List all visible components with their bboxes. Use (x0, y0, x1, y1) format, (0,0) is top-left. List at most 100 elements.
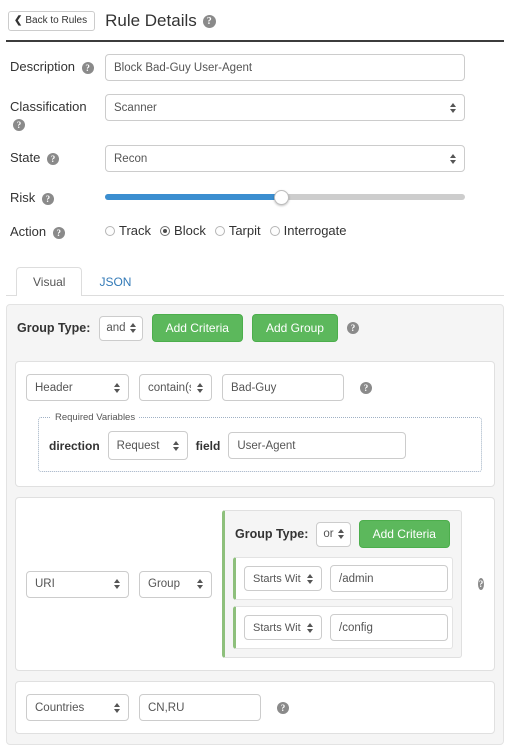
criteria-1-help-icon[interactable]: ? (360, 381, 372, 394)
nested-group-panel: Group Type: or Add Criteria Starts WithS… (222, 510, 462, 658)
root-group-type-select[interactable]: and (99, 315, 143, 341)
action-label-wrap: Action ? (10, 219, 105, 240)
criteria-row-3: Countries ? (26, 694, 484, 721)
nested-criteria-row: Starts With (233, 606, 453, 649)
direction-label: direction (49, 438, 100, 453)
add-criteria-button[interactable]: Add Criteria (151, 314, 243, 342)
criteria-row-2: URI Group Group Type: or Add Criteria St… (26, 510, 484, 658)
criteria-1-field-select[interactable]: Header (26, 374, 129, 401)
rule-builder: Group Type: and Add Criteria Add Group ?… (0, 304, 510, 745)
classification-label-wrap: Classification ? (10, 94, 105, 132)
risk-slider[interactable] (105, 189, 465, 205)
action-radio-group: Track Block Tarpit Interrogate (105, 219, 475, 238)
classification-help-icon[interactable]: ? (13, 118, 25, 131)
criteria-2-field-select[interactable]: URI (26, 570, 129, 598)
criteria-2-operator-select[interactable]: Group (139, 570, 212, 598)
root-group-type-label: Group Type: (17, 321, 91, 335)
state-select[interactable]: Recon (105, 145, 465, 172)
risk-control (105, 185, 475, 205)
spinner-arrows-icon (114, 579, 120, 589)
action-help-icon[interactable]: ? (52, 226, 65, 239)
nested-group-type-select[interactable]: or (316, 521, 351, 547)
action-radio-label: Tarpit (228, 223, 261, 238)
spinner-arrows-icon (450, 102, 456, 113)
required-variables-row: direction Request field (49, 431, 471, 460)
classification-label: Classification (10, 99, 87, 114)
description-input[interactable] (105, 54, 465, 81)
add-group-button[interactable]: Add Group (251, 314, 338, 342)
nested-criteria-2-operator-select[interactable]: Starts With (244, 615, 322, 640)
back-to-rules-button[interactable]: ❮ Back to Rules (8, 11, 96, 31)
criteria-1-operator-value: contain(s) (148, 381, 191, 394)
criteria-3-value-input[interactable] (139, 694, 261, 721)
direction-select[interactable]: Request (107, 431, 188, 460)
action-radio-tarpit[interactable]: Tarpit (214, 223, 261, 238)
state-control: Recon (105, 145, 475, 172)
spinner-arrows-icon (114, 382, 120, 393)
description-help-icon[interactable]: ? (81, 61, 94, 74)
page-title-help-icon[interactable]: ? (202, 14, 216, 28)
state-help-icon[interactable]: ? (46, 152, 59, 165)
root-group-header: Group Type: and Add Criteria Add Group ? (7, 305, 503, 351)
criteria-3-help-icon[interactable]: ? (277, 701, 289, 714)
field-input[interactable] (228, 432, 407, 459)
tab-visual[interactable]: Visual (16, 267, 83, 296)
root-group-panel: Group Type: and Add Criteria Add Group ?… (6, 304, 504, 745)
action-radio-interrogate[interactable]: Interrogate (269, 223, 347, 238)
root-group-help-icon[interactable]: ? (346, 322, 359, 334)
action-radio-track[interactable]: Track (105, 223, 151, 238)
nested-criteria-2-value-input[interactable] (330, 614, 448, 641)
criteria-2-help-icon[interactable]: ? (478, 578, 484, 590)
action-radio-block[interactable]: Block (160, 223, 206, 238)
nested-criteria-1-operator-select[interactable]: Starts With (244, 566, 322, 591)
nested-group-type-label: Group Type: (235, 527, 309, 541)
spinner-arrows-icon (114, 702, 120, 713)
radio-dot-icon (105, 225, 115, 236)
nested-group-rows: Starts With Starts With (225, 557, 461, 657)
criteria-1-operator-select[interactable]: contain(s) (139, 374, 212, 401)
risk-row: Risk ? (0, 185, 510, 206)
nested-group-header: Group Type: or Add Criteria (225, 511, 461, 557)
nested-criteria-1-value-input[interactable] (330, 565, 448, 592)
description-row: Description ? (0, 54, 510, 81)
tab-json[interactable]: JSON (82, 267, 148, 296)
classification-row: Classification ? Scanner (0, 94, 510, 132)
spinner-arrows-icon (307, 573, 313, 584)
rule-form: Description ? Classification ? Scanner S… (0, 42, 510, 257)
state-label-wrap: State ? (10, 145, 105, 166)
page-title-text: Rule Details (105, 11, 197, 30)
risk-slider-fill (105, 194, 282, 200)
description-label: Description (10, 59, 76, 74)
classification-select[interactable]: Scanner (105, 94, 465, 121)
action-radio-label: Interrogate (283, 223, 347, 238)
chevron-left-icon: ❮ (14, 15, 23, 26)
nested-criteria-1-operator-value: Starts With (253, 572, 301, 585)
nested-group-type-value: or (323, 528, 334, 540)
nested-add-criteria-button[interactable]: Add Criteria (358, 520, 450, 548)
direction-value: Request (116, 439, 160, 452)
risk-help-icon[interactable]: ? (41, 192, 54, 205)
criteria-1-value-input[interactable] (222, 374, 344, 401)
radio-dot-icon (160, 225, 171, 236)
criteria-row-1: Header contain(s) ? (26, 374, 484, 401)
criteria-panel-3: Countries ? (15, 681, 495, 734)
radio-dot-icon (214, 225, 225, 236)
builder-tabs: Visual JSON (6, 261, 504, 296)
spinner-arrows-icon (307, 622, 313, 633)
spinner-arrows-icon (450, 153, 456, 164)
state-row: State ? Recon (0, 145, 510, 172)
page-title: Rule Details ? (105, 11, 216, 31)
criteria-2-field-value: URI (35, 578, 55, 590)
criteria-1-field-value: Header (35, 381, 73, 394)
risk-slider-handle[interactable] (273, 189, 289, 205)
spinner-arrows-icon (197, 579, 203, 589)
criteria-3-field-select[interactable]: Countries (26, 694, 129, 721)
radio-dot-icon (269, 225, 280, 236)
risk-label: Risk (10, 190, 36, 205)
criteria-panel-2: URI Group Group Type: or Add Criteria St… (15, 497, 495, 671)
action-radio-label: Track (119, 223, 152, 238)
criteria-panel-1: Header contain(s) ? Required Variables d… (15, 361, 495, 487)
root-group-type-value: and (106, 322, 126, 334)
risk-label-wrap: Risk ? (10, 185, 105, 206)
state-label: State (10, 150, 41, 165)
